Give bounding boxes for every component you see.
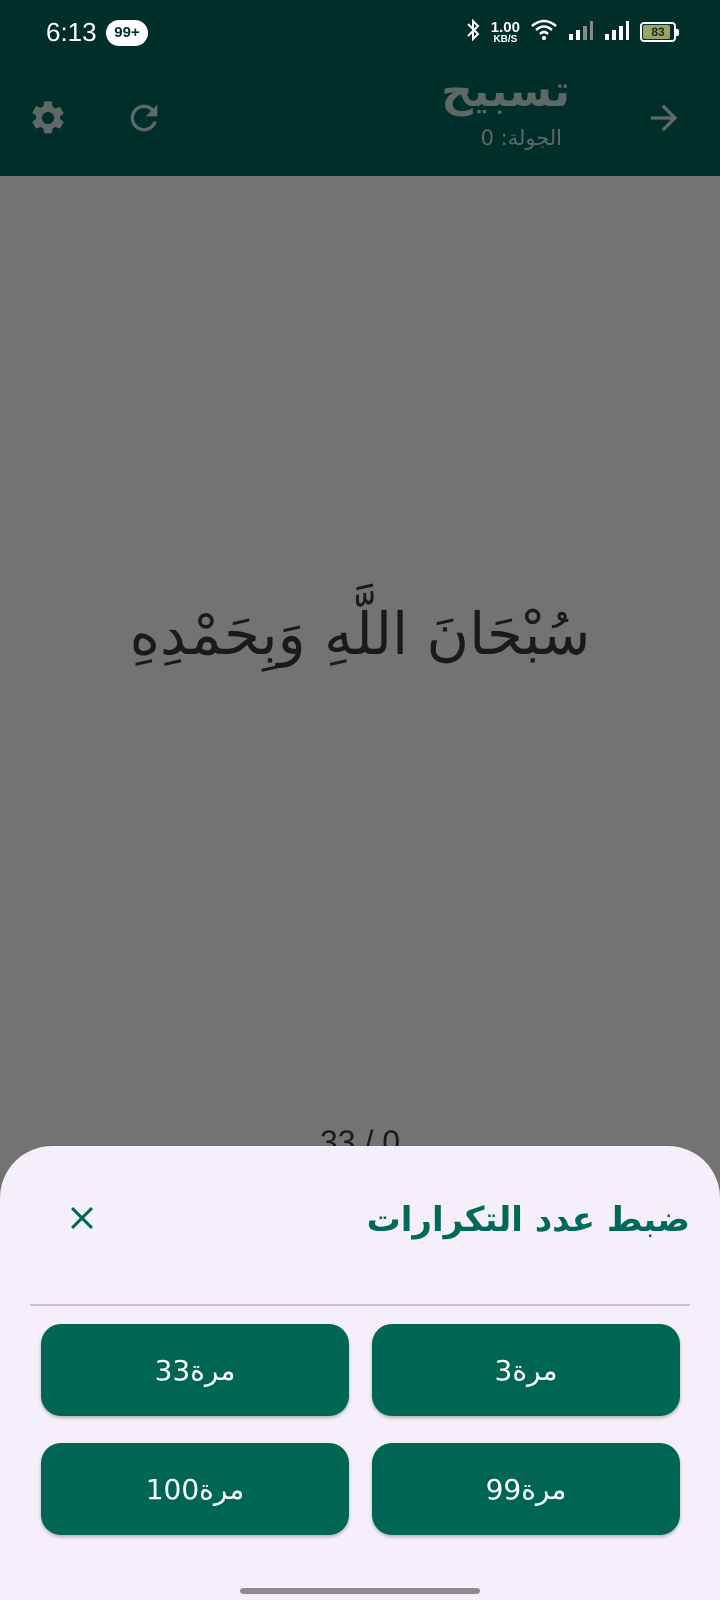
close-button[interactable] [54,1190,110,1246]
app-bar: تسبيح الجولة: 0 [0,64,720,176]
status-bar: 6:13 99+ 1.00 KB/S 83 [0,0,720,64]
network-speed: 1.00 KB/S [491,20,520,45]
close-icon [70,1206,94,1230]
back-button[interactable] [636,90,692,146]
home-indicator[interactable] [240,1588,480,1594]
signal-icon [568,19,594,45]
reset-button[interactable] [116,90,172,146]
status-time: 6:13 [46,17,97,47]
battery-icon: 83 [640,22,679,42]
wifi-icon [530,19,558,45]
battery-level: 83 [651,25,665,39]
status-icons: 1.00 KB/S 83 [465,16,679,48]
option-99-button[interactable]: 99مرة [372,1443,680,1535]
option-33-button[interactable]: 33مرة [41,1324,349,1416]
option-3-button[interactable]: 3مرة [372,1324,680,1416]
page-title: تسبيح [441,66,570,117]
sheet-title: ضبط عدد التكرارات [366,1200,690,1240]
settings-icon [32,101,64,134]
refresh-icon [130,104,158,132]
repetitions-bottom-sheet: ضبط عدد التكرارات 3مرة 33مرة 99مرة 100مر… [0,1146,720,1600]
divider [30,1304,690,1306]
settings-button[interactable] [20,90,76,146]
notification-badge: 99+ [106,20,148,46]
arrow-forward-icon [650,104,678,132]
net-speed-unit: KB/S [493,33,518,45]
option-100-button[interactable]: 100مرة [41,1443,349,1535]
signal-icon [604,19,630,45]
dhikr-text[interactable]: سُبْحَانَ اللَّهِ وَبِحَمْدِهِ [0,600,720,668]
net-speed-value: 1.00 [490,18,520,36]
round-label: الجولة: 0 [480,126,562,150]
bluetooth-icon [465,18,481,46]
